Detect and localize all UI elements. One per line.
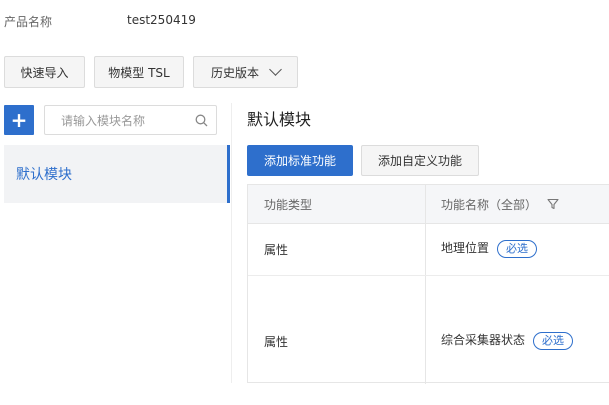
header-function-name: 功能名称（全部） bbox=[441, 196, 559, 213]
divider bbox=[231, 103, 232, 383]
required-badge: 必选 bbox=[533, 332, 574, 350]
quick-import-button[interactable]: 快速导入 bbox=[4, 56, 85, 88]
tsl-button[interactable]: 物模型 TSL bbox=[94, 56, 184, 88]
row-function-type: 属性 bbox=[264, 335, 289, 349]
row-function-name: 综合采集器状态 必选 bbox=[441, 331, 574, 350]
plus-icon: + bbox=[10, 108, 28, 132]
module-title: 默认模块 bbox=[247, 110, 312, 129]
search-icon[interactable] bbox=[195, 114, 208, 127]
chevron-down-icon bbox=[269, 63, 282, 76]
table-row[interactable]: 属性 综合采集器状态 必选 bbox=[248, 275, 609, 405]
add-module-button[interactable]: + bbox=[4, 105, 34, 135]
module-search-input[interactable]: 请输入模块名称 bbox=[44, 105, 217, 135]
table-header: 功能类型 功能名称（全部） bbox=[248, 185, 609, 224]
add-standard-label: 添加标准功能 bbox=[263, 154, 336, 168]
row-function-name: 地理位置 必选 bbox=[441, 239, 538, 258]
add-custom-function-button[interactable]: 添加自定义功能 bbox=[361, 145, 479, 176]
header-function-type: 功能类型 bbox=[264, 198, 313, 212]
required-badge: 必选 bbox=[497, 240, 538, 258]
quick-import-label: 快速导入 bbox=[20, 65, 69, 80]
function-table: 功能类型 功能名称（全部） 属性 地理位置 必选 属性 综合采集器状态 必选 bbox=[247, 184, 609, 384]
add-standard-function-button[interactable]: 添加标准功能 bbox=[247, 145, 353, 176]
row-function-name-label: 地理位置 bbox=[441, 241, 490, 255]
row-function-type: 属性 bbox=[264, 243, 289, 257]
sidebar-item-label: 默认模块 bbox=[16, 167, 72, 183]
product-name-value: test250419 bbox=[127, 13, 196, 27]
search-placeholder: 请输入模块名称 bbox=[61, 113, 146, 128]
add-custom-label: 添加自定义功能 bbox=[377, 154, 462, 168]
sidebar-item-default-module[interactable]: 默认模块 bbox=[4, 145, 230, 203]
product-name-label: 产品名称 bbox=[4, 15, 53, 29]
table-row[interactable]: 属性 地理位置 必选 bbox=[248, 223, 609, 276]
header-function-name-label: 功能名称（全部） bbox=[441, 198, 538, 212]
tsl-label: 物模型 TSL bbox=[108, 65, 170, 80]
history-version-dropdown[interactable]: 历史版本 bbox=[193, 56, 298, 88]
filter-icon[interactable] bbox=[547, 198, 559, 213]
history-label: 历史版本 bbox=[210, 65, 259, 80]
row-function-name-label: 综合采集器状态 bbox=[441, 333, 526, 347]
